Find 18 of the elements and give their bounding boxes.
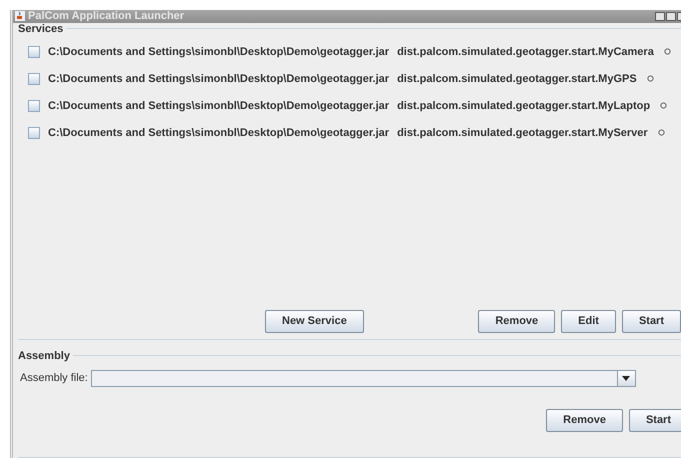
class-name: dist.palcom.simulated.geotagger.start.MyServer bbox=[397, 126, 648, 139]
jar-path: C:\Documents and Settings\simonbl\Desktop\Demo\geotagger.jar bbox=[48, 100, 390, 112]
section-title: Services bbox=[18, 22, 64, 35]
jar-path: C:\Documents and Settings\simonbl\Desktop\Demo\geotagger.jar bbox=[48, 72, 390, 85]
class-name: dist.palcom.simulated.geotagger.start.MyCamera bbox=[397, 46, 654, 58]
service-action-button[interactable]: Remove bbox=[478, 310, 556, 333]
field-label: Assembly file: bbox=[20, 372, 88, 384]
jar-path: C:\Documents and Settings\simonbl\Desktop\Demo\geotagger.jar bbox=[48, 46, 390, 58]
assembly-action-button[interactable]: Remove bbox=[546, 408, 623, 432]
window-title: PalCom Application Launcher bbox=[28, 10, 186, 22]
new-service-button[interactable]: New Service bbox=[265, 310, 364, 333]
class-name: dist.palcom.simulated.geotagger.start.MyGPS bbox=[397, 72, 637, 85]
class-name: dist.palcom.simulated.geotagger.start.MyLaptop bbox=[397, 100, 650, 112]
jar-path: C:\Documents and Settings\simonbl\Desktop\Demo\geotagger.jar bbox=[48, 126, 390, 139]
service-action-button[interactable]: Start bbox=[622, 310, 681, 333]
assembly-action-button[interactable]: Start bbox=[628, 408, 681, 432]
section-title: Assembly bbox=[18, 350, 70, 362]
service-action-button[interactable]: Edit bbox=[561, 310, 616, 333]
